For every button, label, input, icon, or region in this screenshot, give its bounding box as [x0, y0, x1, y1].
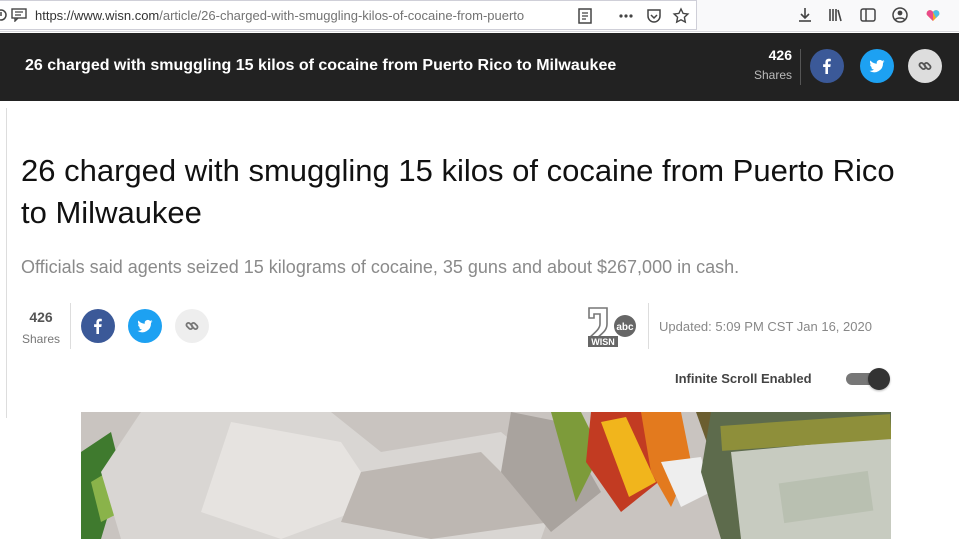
facebook-icon — [823, 58, 831, 74]
sticky-share-count: 426 Shares — [740, 47, 792, 82]
logo-wordmark-text: WISN — [591, 337, 615, 347]
article-dek: Officials said agents seized 15 kilogram… — [21, 257, 740, 277]
toggle-knob — [868, 368, 890, 390]
downloads-icon[interactable] — [796, 6, 814, 24]
hero-image[interactable] — [81, 412, 891, 539]
facebook-share-button[interactable] — [81, 309, 115, 343]
twitter-icon — [869, 59, 885, 73]
link-icon — [185, 322, 199, 330]
infinite-scroll-label: Infinite Scroll Enabled — [675, 371, 812, 386]
url-path: /article/26-charged-with-smuggling-kilos… — [159, 8, 525, 23]
page-actions-icon[interactable] — [617, 7, 635, 25]
twitter-share-button[interactable] — [128, 309, 162, 343]
url-bar[interactable]: https://www.wisn.com/article/26-charged-… — [0, 0, 697, 30]
twitter-icon — [137, 319, 153, 333]
sticky-header: 26 charged with smuggling 15 kilos of co… — [0, 33, 959, 101]
article-shares-label: Shares — [21, 332, 61, 346]
pocket-icon[interactable] — [645, 7, 663, 25]
sticky-twitter-button[interactable] — [860, 49, 894, 83]
account-icon[interactable] — [891, 6, 909, 24]
reader-message-icon[interactable] — [11, 8, 27, 23]
library-icon[interactable] — [827, 6, 845, 24]
sticky-facebook-button[interactable] — [810, 49, 844, 83]
article-share-count: 426 Shares — [20, 309, 62, 346]
sidebar-icon[interactable] — [859, 6, 877, 24]
url-text[interactable]: https://www.wisn.com/article/26-charged-… — [35, 8, 565, 24]
updated-timestamp: Updated: 5:09 PM CST Jan 16, 2020 — [659, 319, 872, 334]
infinite-scroll-toggle[interactable] — [846, 368, 890, 390]
site-permissions-icon[interactable] — [0, 8, 8, 22]
wisn-logo[interactable]: abc WISN — [586, 306, 638, 348]
reader-view-icon[interactable] — [576, 7, 594, 25]
url-main: https://www.wisn.com — [35, 8, 160, 23]
link-icon — [918, 62, 932, 70]
sticky-share-number: 426 — [768, 47, 792, 63]
share-divider — [70, 303, 71, 349]
sticky-title[interactable]: 26 charged with smuggling 15 kilos of co… — [25, 57, 616, 75]
sticky-shares-label: Shares — [753, 68, 792, 82]
article-headline: 26 charged with smuggling 15 kilos of co… — [21, 153, 895, 230]
copy-link-button[interactable] — [175, 309, 209, 343]
logo-badge-text: abc — [616, 322, 634, 333]
article-share-number: 426 — [29, 309, 53, 325]
bookmark-star-icon[interactable] — [672, 7, 690, 25]
browser-toolbar: https://www.wisn.com/article/26-charged-… — [0, 0, 959, 32]
page-edge-rule — [6, 108, 7, 418]
extension-heart-icon[interactable] — [924, 6, 942, 24]
meta-divider — [648, 303, 649, 349]
sticky-copy-link-button[interactable] — [908, 49, 942, 83]
facebook-icon — [94, 318, 102, 334]
sticky-divider — [800, 49, 801, 85]
